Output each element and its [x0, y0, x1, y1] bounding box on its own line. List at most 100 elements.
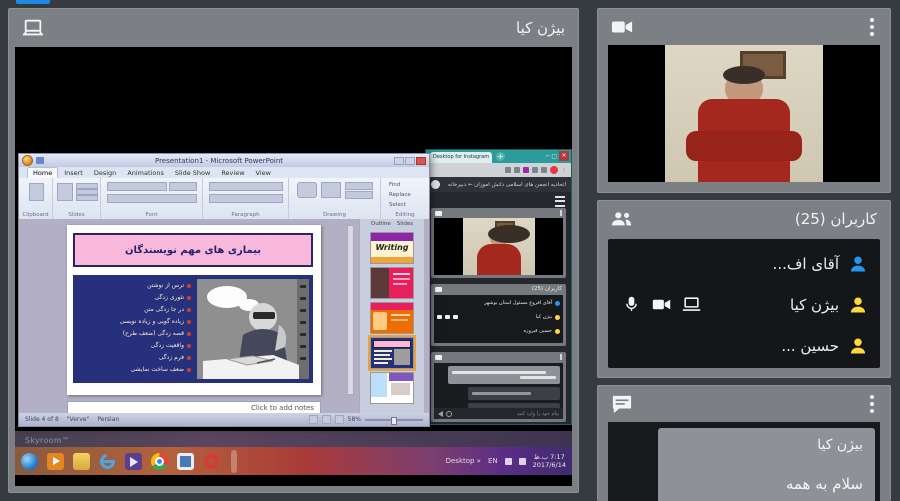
ribbon-tab-home: Home — [27, 167, 58, 178]
user-icon — [555, 329, 560, 334]
mini-user-row: بیژن کیا — [437, 310, 560, 324]
ribbon-tab-animations: Animations — [122, 168, 169, 178]
user-name: حسین ... — [781, 337, 839, 355]
tray-volume-icon — [519, 458, 526, 465]
extension-icon — [523, 167, 529, 173]
chat-message-text: سلام به همه — [670, 475, 863, 493]
screen-icon — [453, 315, 458, 319]
tray-clock: 7:17 ب.ظ 2017/6/14 — [533, 453, 566, 469]
chat-panel: بیژن کیا سلام به همه — [597, 385, 891, 501]
slide-scrollbar — [347, 225, 354, 395]
share-presenter-name: بیژن کیا — [44, 19, 565, 37]
status-theme: "Verve" — [67, 416, 90, 423]
mini-chat-panel: پیام خود را وارد کنید — [431, 352, 566, 422]
status-language: Persian — [97, 416, 119, 423]
powerpoint-workarea: بیماری های مهم نویسندگان ترس از نوشتن تئ… — [19, 219, 429, 413]
slide-thumbnail-5 — [370, 372, 414, 404]
profile-avatar-icon — [550, 166, 558, 174]
minimize-icon — [394, 157, 404, 165]
mini-users-list: آقای افروغ مسئول استان بوشهر بیژن کیا حس… — [434, 295, 563, 343]
user-icon — [555, 301, 560, 306]
ribbon-group-clipboard: Clipboard — [19, 178, 53, 219]
chrome-icon — [151, 453, 168, 470]
user-row[interactable]: آقای اف... — [608, 243, 880, 284]
share-panel-header: بیژن کیا — [9, 9, 578, 47]
photos-app-icon — [177, 453, 194, 470]
system-tray: Desktop » EN 7:17 ب.ظ 2017/6/14 — [446, 453, 566, 469]
mini-user-devices — [437, 315, 458, 319]
user-row[interactable]: حسین ... — [608, 325, 880, 366]
users-panel-title: کاربران (25) — [633, 210, 877, 228]
extension-icon — [514, 167, 520, 173]
mini-skyroom-header: اتحادیه انجمن های اسلامی دانش آموزان ← د… — [426, 177, 571, 192]
chrome-tab-bar: Desktop for Instagram + ─ ▢ × — [426, 150, 571, 163]
mini-chat-messages: پیام خود را وارد کنید — [434, 363, 563, 419]
chrome-toolbar: ⋮ — [426, 163, 571, 177]
shared-desktop: Desktop for Instagram + ─ ▢ × ⋮ — [15, 47, 572, 486]
view-normal-icon — [309, 415, 318, 424]
camera-icon — [435, 211, 442, 216]
save-icon — [36, 157, 44, 164]
users-panel: کاربران (25) آقای اف... بیژن کیا — [597, 200, 891, 378]
emoji-icon — [446, 411, 452, 417]
mini-user-row: آقای افروغ مسئول استان بوشهر — [437, 296, 560, 310]
chrome-window: Desktop for Instagram + ─ ▢ × ⋮ — [425, 149, 572, 425]
chrome-maximize-icon: ▢ — [551, 153, 557, 160]
close-icon — [416, 157, 426, 165]
active-app-highlight — [231, 450, 237, 473]
skyroom-app: بیژن کیا Desktop for Instagram + ─ ▢ × — [0, 0, 900, 501]
extension-icon — [505, 167, 511, 173]
user-row[interactable]: بیژن کیا — [608, 284, 880, 325]
chrome-tab: Desktop for Instagram — [430, 152, 492, 163]
mini-video-feed — [434, 218, 563, 275]
slide-cartoon-image — [197, 279, 309, 379]
menu-dots-icon — [560, 354, 562, 360]
zoom-slider — [365, 419, 423, 421]
chat-menu-icon[interactable] — [867, 392, 877, 416]
ribbon-group-drawing: Drawing — [289, 178, 381, 219]
slide-thumbnail-2 — [370, 267, 414, 299]
view-slideshow-icon — [335, 415, 344, 424]
users-icon — [435, 287, 442, 292]
mini-user-name: حسین فیروزه — [523, 328, 552, 334]
users-list: آقای اف... بیژن کیا — [608, 239, 880, 368]
laptop-icon — [22, 18, 44, 38]
desktop-toolbar-label: Desktop » — [446, 457, 481, 465]
mini-chat-input: پیام خود را وارد کنید — [434, 408, 563, 419]
ribbon-tab-design: Design — [89, 168, 121, 178]
camera-icon — [445, 315, 450, 319]
user-icon — [848, 336, 868, 356]
tray-flag-icon — [505, 458, 512, 465]
view-sorter-icon — [322, 415, 331, 424]
ribbon-tab-view: View — [251, 168, 276, 178]
slide-content-box: ترس از نوشتن تئوری زدگی در جا زدگی متن ز… — [73, 275, 313, 383]
explorer-folder-icon — [73, 453, 90, 470]
mini-user-name: آقای افروغ مسئول استان بوشهر — [484, 300, 552, 306]
chrome-window-controls: ─ ▢ × — [546, 151, 569, 161]
mini-chat-bubble — [468, 387, 560, 400]
ribbon-tab-insert: Insert — [59, 168, 88, 178]
slide-canvas: بیماری های مهم نویسندگان ترس از نوشتن تئ… — [67, 225, 321, 395]
extension-icon — [541, 167, 547, 173]
media-player-icon — [47, 453, 64, 470]
ribbon-group-paragraph: Paragraph — [203, 178, 289, 219]
mini-chat-placeholder: پیام خود را وارد کنید — [455, 411, 559, 417]
mini-user-name: بیژن کیا — [536, 314, 552, 320]
avatar-icon — [431, 180, 440, 189]
mini-room-title: اتحادیه انجمن های اسلامی دانش آموزان ← د… — [444, 182, 566, 188]
send-icon — [438, 411, 443, 417]
skyroom-watermark: Skyroom™ — [25, 436, 70, 445]
screen-icon — [682, 296, 701, 313]
ribbon-tab-review: Review — [216, 168, 249, 178]
ribbon-group-slides: Slides — [53, 178, 101, 219]
users-panel-header: کاربران (25) — [598, 201, 890, 237]
user-name: بیژن کیا — [790, 296, 839, 314]
restore-icon — [405, 157, 415, 165]
slide-bullet-list: ترس از نوشتن تئوری زدگی در جا زدگی متن ز… — [77, 280, 191, 376]
slide-thumbnail-4-selected — [370, 337, 414, 369]
video-menu-icon[interactable] — [867, 15, 877, 39]
ribbon-tab-slideshow: Slide Show — [170, 168, 215, 178]
ribbon-group-font: Font — [101, 178, 203, 219]
internet-explorer-icon — [99, 453, 116, 470]
chat-icon — [611, 394, 633, 414]
